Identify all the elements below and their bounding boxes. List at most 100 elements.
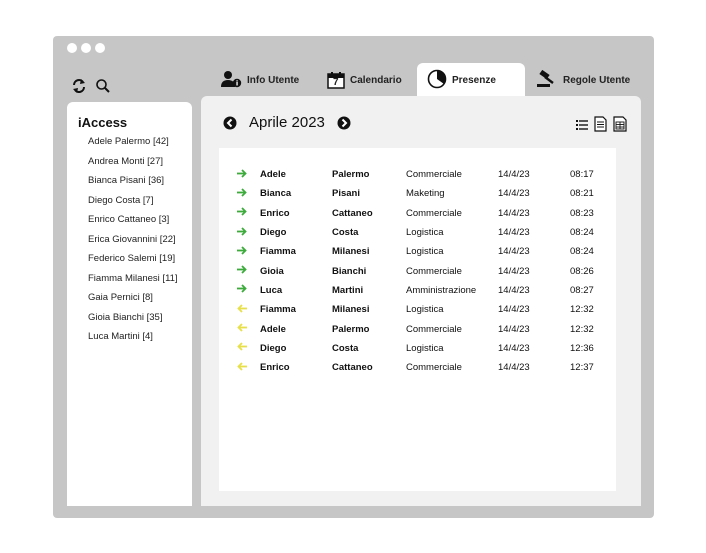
time-cell: 12:32 <box>570 323 594 335</box>
table-row[interactable]: Fiamma Milanesi Logistica 14/4/23 08:24 <box>237 242 610 261</box>
time-cell: 08:27 <box>570 284 594 296</box>
department-cell: Maketing <box>406 188 445 200</box>
minimize-dot[interactable] <box>81 43 91 53</box>
date-cell: 14/4/23 <box>498 169 530 181</box>
last-name-cell: Milanesi <box>332 304 370 316</box>
entry-arrow-icon <box>237 223 260 242</box>
attendance-table: Adele Palermo Commerciale 14/4/23 08:17 Bianc… <box>237 165 610 377</box>
time-cell: 08:24 <box>570 227 594 239</box>
sidebar-user[interactable]: Bianca Pisani [36] <box>88 171 178 191</box>
first-name-cell: Adele <box>260 323 286 335</box>
maximize-dot[interactable] <box>95 43 105 53</box>
last-name-cell: Milanesi <box>332 246 370 258</box>
app-brand: iAccess <box>78 115 128 130</box>
time-cell: 08:24 <box>570 246 594 258</box>
sidebar-user[interactable]: Erica Giovannini [22] <box>88 230 178 250</box>
table-row[interactable]: Bianca Pisani Maketing 14/4/23 08:21 <box>237 184 610 203</box>
sidebar-user[interactable]: Diego Costa [7] <box>88 191 178 211</box>
first-name-cell: Enrico <box>260 362 290 374</box>
first-name-cell: Fiamma <box>260 304 296 316</box>
department-cell: Commerciale <box>406 169 462 181</box>
sidebar-user[interactable]: Federico Salemi [19] <box>88 249 178 269</box>
window-controls <box>67 43 105 53</box>
list-icon[interactable] <box>576 118 588 136</box>
first-name-cell: Fiamma <box>260 246 296 258</box>
sidebar: iAccess Adele Palermo [42] Andrea Monti … <box>67 102 192 506</box>
sidebar-user[interactable]: Gaia Pernici [8] <box>88 288 178 308</box>
tab-presenze[interactable]: Presenze <box>417 63 525 98</box>
arrow-right-circle-icon[interactable] <box>337 116 351 130</box>
clock-icon <box>427 69 447 92</box>
tab-label: Calendario <box>350 74 402 86</box>
table-row[interactable]: Fiamma Milanesi Logistica 14/4/23 12:32 <box>237 300 610 319</box>
table-icon[interactable] <box>613 116 627 137</box>
date-cell: 14/4/23 <box>498 362 530 374</box>
date-cell: 14/4/23 <box>498 284 530 296</box>
sidebar-user[interactable]: Andrea Monti [27] <box>88 152 178 172</box>
exit-arrow-icon <box>237 358 260 377</box>
entry-arrow-icon <box>237 204 260 223</box>
table-row[interactable]: Diego Costa Logistica 14/4/23 08:24 <box>237 223 610 242</box>
exit-arrow-icon <box>237 339 260 358</box>
last-name-cell: Costa <box>332 227 359 239</box>
tab-info-utente[interactable]: Info Utente <box>220 64 299 96</box>
search-icon[interactable] <box>93 76 113 96</box>
department-cell: Amministrazione <box>406 284 477 296</box>
sidebar-user[interactable]: Gioia Bianchi [35] <box>88 308 178 328</box>
table-row[interactable]: Enrico Cattaneo Commerciale 14/4/23 12:37 <box>237 358 610 377</box>
first-name-cell: Diego <box>260 342 287 354</box>
time-cell: 08:21 <box>570 188 594 200</box>
table-row[interactable]: Diego Costa Logistica 14/4/23 12:36 <box>237 339 610 358</box>
entry-arrow-icon <box>237 261 260 280</box>
department-cell: Logistica <box>406 342 444 354</box>
department-cell: Commerciale <box>406 265 462 277</box>
date-cell: 14/4/23 <box>498 265 530 277</box>
document-icon[interactable] <box>594 116 607 137</box>
tab-label: Regole Utente <box>563 74 631 86</box>
sidebar-user[interactable]: Enrico Cattaneo [3] <box>88 210 178 230</box>
refresh-icon[interactable] <box>69 76 89 96</box>
department-cell: Logistica <box>406 246 444 258</box>
table-row[interactable]: Luca Martini Amministrazione 14/4/23 08:27 <box>237 281 610 300</box>
gavel-icon <box>536 69 558 91</box>
department-cell: Commerciale <box>406 207 462 219</box>
time-cell: 08:26 <box>570 265 594 277</box>
arrow-left-circle-icon[interactable] <box>223 116 237 130</box>
calendar-icon-text: 7 <box>333 77 339 88</box>
main-panel: Aprile 2023 Adele Palermo Commerciale 14… <box>201 96 641 506</box>
department-cell: Logistica <box>406 304 444 316</box>
date-cell: 14/4/23 <box>498 207 530 219</box>
time-cell: 08:23 <box>570 207 594 219</box>
exit-arrow-icon <box>237 300 260 319</box>
time-cell: 08:17 <box>570 169 594 181</box>
app-window: Info Utente 7 Calendario Presenze Regole… <box>53 36 654 518</box>
month-navigator: Aprile 2023 <box>223 114 351 131</box>
close-dot[interactable] <box>67 43 77 53</box>
tab-regole-utente[interactable]: Regole Utente <box>536 64 630 96</box>
date-cell: 14/4/23 <box>498 246 530 258</box>
entry-arrow-icon <box>237 165 260 184</box>
attendance-panel: Adele Palermo Commerciale 14/4/23 08:17 Bianc… <box>219 148 616 491</box>
date-cell: 14/4/23 <box>498 227 530 239</box>
table-row[interactable]: Adele Palermo Commerciale 14/4/23 12:32 <box>237 319 610 338</box>
table-row[interactable]: Enrico Cattaneo Commerciale 14/4/23 08:23 <box>237 204 610 223</box>
first-name-cell: Bianca <box>260 188 292 200</box>
month-label: Aprile 2023 <box>249 114 325 131</box>
tab-calendario[interactable]: 7 Calendario <box>327 64 402 96</box>
last-name-cell: Palermo <box>332 169 370 181</box>
sidebar-user[interactable]: Adele Palermo [42] <box>88 132 178 152</box>
table-row[interactable]: Gioia Bianchi Commerciale 14/4/23 08:26 <box>237 261 610 280</box>
department-cell: Commerciale <box>406 323 462 335</box>
table-row[interactable]: Adele Palermo Commerciale 14/4/23 08:17 <box>237 165 610 184</box>
first-name-cell: Luca <box>260 284 283 296</box>
sidebar-user[interactable]: Luca Martini [4] <box>88 327 178 347</box>
last-name-cell: Cattaneo <box>332 207 373 219</box>
last-name-cell: Bianchi <box>332 265 367 277</box>
view-toggle <box>576 116 627 137</box>
tab-label: Info Utente <box>247 74 300 86</box>
sidebar-user[interactable]: Fiamma Milanesi [11] <box>88 269 178 289</box>
first-name-cell: Adele <box>260 169 286 181</box>
last-name-cell: Costa <box>332 342 359 354</box>
first-name-cell: Diego <box>260 227 287 239</box>
entry-arrow-icon <box>237 184 260 203</box>
